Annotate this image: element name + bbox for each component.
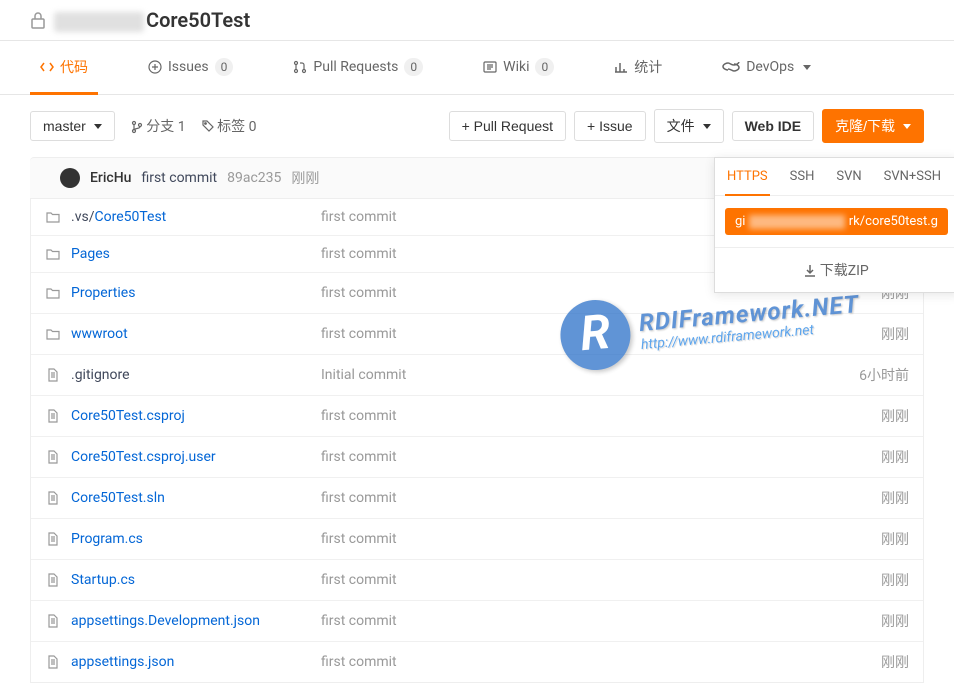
file-name[interactable]: Pages: [71, 246, 321, 262]
commit-author[interactable]: EricHu: [90, 170, 131, 186]
file-commit-message[interactable]: first commit: [321, 490, 809, 506]
repo-owner-redacted: [54, 12, 144, 32]
file-time: 刚刚: [809, 611, 909, 631]
file-commit-message[interactable]: first commit: [321, 613, 809, 629]
file-name[interactable]: Program.cs: [71, 531, 321, 547]
wiki-icon: [483, 59, 497, 75]
folder-icon: [45, 246, 61, 262]
pr-count: 0: [404, 58, 423, 76]
tab-devops[interactable]: DevOps: [712, 44, 821, 93]
file-name[interactable]: appsettings.json: [71, 654, 321, 670]
branch-selector[interactable]: master: [30, 111, 115, 141]
tags-link[interactable]: 标签 0: [202, 116, 257, 136]
clone-tab-svn[interactable]: SVN: [834, 159, 863, 196]
file-time: 刚刚: [809, 447, 909, 467]
file-name[interactable]: .vs/Core50Test: [71, 209, 321, 225]
tab-pull-requests[interactable]: Pull Requests 0: [283, 43, 433, 94]
download-icon: [804, 263, 816, 279]
file-row: Core50Test.slnfirst commit刚刚: [31, 478, 923, 519]
stats-icon: [614, 59, 628, 75]
chevron-down-icon: [703, 124, 711, 129]
file-commit-message[interactable]: first commit: [321, 326, 809, 342]
file-row: Core50Test.csproj.userfirst commit刚刚: [31, 437, 923, 478]
clone-protocol-tabs: HTTPS SSH SVN SVN+SSH: [715, 158, 954, 196]
pull-request-icon: [293, 59, 307, 75]
repo-header: Core50Test: [0, 0, 954, 41]
tab-wiki[interactable]: Wiki 0: [473, 43, 564, 94]
file-commit-message[interactable]: first commit: [321, 408, 809, 424]
clone-tab-svnssh[interactable]: SVN+SSH: [882, 159, 943, 196]
file-name[interactable]: Core50Test.csproj: [71, 408, 321, 424]
file-time: 刚刚: [809, 406, 909, 426]
file-icon: [45, 449, 61, 465]
commit-hash[interactable]: 89ac235: [227, 170, 281, 186]
lock-icon: [30, 11, 46, 29]
file-commit-message[interactable]: first commit: [321, 449, 809, 465]
file-row: wwwrootfirst commit刚刚: [31, 314, 923, 355]
tab-stats[interactable]: 统计: [604, 42, 672, 95]
file-time: 刚刚: [809, 529, 909, 549]
clone-tab-https[interactable]: HTTPS: [725, 159, 770, 196]
file-row: Core50Test.csprojfirst commit刚刚: [31, 396, 923, 437]
issues-count: 0: [215, 58, 234, 76]
file-row: Program.csfirst commit刚刚: [31, 519, 923, 560]
folder-icon: [45, 326, 61, 342]
file-name[interactable]: appsettings.Development.json: [71, 613, 321, 629]
file-icon: [45, 613, 61, 629]
file-time: 刚刚: [809, 324, 909, 344]
file-commit-message[interactable]: first commit: [321, 531, 809, 547]
clone-download-button[interactable]: 克隆/下载: [822, 109, 924, 143]
web-ide-button[interactable]: Web IDE: [732, 111, 815, 141]
repo-title: Core50Test: [54, 8, 250, 32]
chevron-down-icon: [803, 65, 811, 70]
file-time: 刚刚: [809, 488, 909, 508]
file-icon: [45, 408, 61, 424]
clone-popup: HTTPS SSH SVN SVN+SSH girk/core50test.g …: [714, 157, 954, 293]
folder-icon: [45, 285, 61, 301]
file-row: Startup.csfirst commit刚刚: [31, 560, 923, 601]
file-time: 6小时前: [809, 365, 909, 385]
file-icon: [45, 572, 61, 588]
file-time: 刚刚: [809, 570, 909, 590]
download-zip-button[interactable]: 下载ZIP: [715, 247, 954, 292]
branches-link[interactable]: 分支 1: [131, 116, 186, 136]
avatar: [60, 168, 80, 188]
tab-code[interactable]: 代码: [30, 42, 98, 95]
chevron-down-icon: [94, 124, 102, 129]
file-row: appsettings.Development.jsonfirst commit…: [31, 601, 923, 642]
repo-tabs: 代码 Issues 0 Pull Requests 0 Wiki 0 统计 De…: [0, 41, 954, 95]
file-row: appsettings.jsonfirst commit刚刚: [31, 642, 923, 682]
file-icon: [45, 654, 61, 670]
devops-icon: [722, 59, 740, 75]
file-name[interactable]: Core50Test.sln: [71, 490, 321, 506]
file-name[interactable]: Core50Test.csproj.user: [71, 449, 321, 465]
chevron-down-icon: [903, 124, 911, 129]
file-icon: [45, 531, 61, 547]
file-name[interactable]: Properties: [71, 285, 321, 301]
commit-time: 刚刚: [291, 168, 319, 188]
file-name[interactable]: .gitignore: [71, 367, 321, 383]
folder-icon: [45, 209, 61, 225]
file-name[interactable]: Startup.cs: [71, 572, 321, 588]
file-time: 刚刚: [809, 652, 909, 672]
file-button[interactable]: 文件: [654, 109, 724, 143]
repo-toolbar: master 分支 1 标签 0 + Pull Request + Issue …: [0, 95, 954, 157]
clone-url-field[interactable]: girk/core50test.g: [725, 208, 948, 235]
issues-icon: [148, 59, 162, 75]
clone-tab-ssh[interactable]: SSH: [788, 159, 817, 196]
file-commit-message[interactable]: first commit: [321, 654, 809, 670]
file-row: .gitignoreInitial commit6小时前: [31, 355, 923, 396]
new-pull-request-button[interactable]: + Pull Request: [449, 111, 566, 141]
new-issue-button[interactable]: + Issue: [574, 111, 646, 141]
file-commit-message[interactable]: Initial commit: [321, 367, 809, 383]
file-name[interactable]: wwwroot: [71, 326, 321, 342]
code-icon: [40, 59, 54, 75]
file-commit-message[interactable]: first commit: [321, 572, 809, 588]
commit-message[interactable]: first commit: [141, 170, 217, 186]
file-icon: [45, 490, 61, 506]
wiki-count: 0: [535, 58, 554, 76]
clone-url-redacted: [749, 215, 844, 229]
tab-issues[interactable]: Issues 0: [138, 43, 243, 94]
file-icon: [45, 367, 61, 383]
